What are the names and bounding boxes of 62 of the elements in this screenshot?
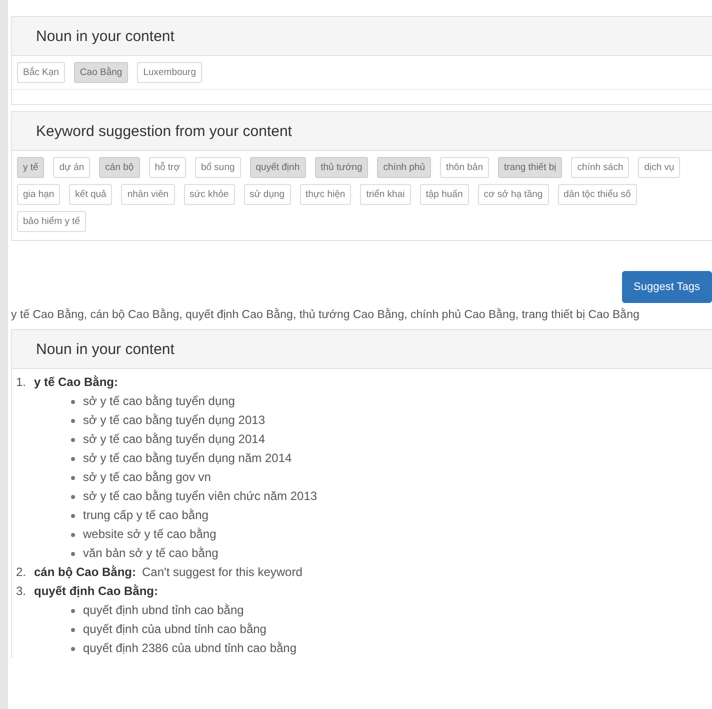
tag-chip[interactable]: dân tộc thiểu số [558, 184, 637, 205]
suggestion-text: sở y tế cao bằng tuyển dụng năm 2014 [83, 450, 292, 467]
tag-chip[interactable]: dịch vụ [638, 157, 680, 178]
tag-chip[interactable]: bổ sung [194, 157, 241, 178]
bullet-icon [71, 400, 75, 404]
bullet-icon [71, 628, 75, 632]
tag-chip[interactable]: sức khỏe [184, 184, 235, 205]
bullet-icon [71, 438, 75, 442]
tag-chip[interactable]: Luxembourg [137, 62, 202, 83]
tag-chip[interactable]: chính phủ [377, 157, 431, 178]
bullet-icon [71, 646, 75, 650]
bullet-icon [71, 494, 75, 498]
tag-chip[interactable]: dự án [53, 157, 90, 178]
list-number: 3. [16, 583, 28, 600]
bullet-icon [71, 476, 75, 480]
list-number: 1. [16, 374, 28, 391]
list-number: 2. [16, 564, 28, 581]
tag-chip[interactable]: thôn bản [440, 157, 489, 178]
tag-chip[interactable]: Bắc Kạn [17, 62, 65, 83]
suggestion-text: sở y tế cao bằng tuyển viên chức năm 2013 [83, 488, 318, 505]
tag-chip[interactable]: y tế [17, 157, 44, 178]
result-text: y tế Cao Bằng, cán bộ Cao Bằng, quyết định Cao Bằng, thủ tướng Cao Bằng, chính phủ Cao Bằng, trang thiết bị Cao Bằng [11, 307, 640, 323]
suggestion-text: quyết định ubnd tỉnh cao bằng [83, 602, 244, 619]
suggestion-text: quyết định của ubnd tỉnh cao bằng [83, 621, 266, 638]
suggestion-text: văn bản sở y tế cao bằng [83, 545, 218, 562]
tag-chip[interactable]: thực hiện [300, 184, 352, 205]
tag-chip[interactable]: cơ sở hạ tầng [478, 184, 549, 205]
suggestion-text: quyết định 2386 của ubnd tỉnh cao bằng [83, 640, 297, 657]
bullet-icon [71, 514, 75, 518]
panel-title: Keyword suggestion from your content [36, 122, 292, 140]
suggestion-text: trung cấp y tế cao bằng [83, 507, 208, 524]
suggestion-text: website sở y tế cao bằng [83, 526, 216, 543]
tag-chip[interactable]: trang thiết bị [498, 157, 562, 178]
note-text: Can't suggest for this keyword [142, 564, 302, 581]
tag-chip[interactable]: Cao Bằng [74, 62, 128, 83]
tag-chip[interactable]: hỗ trợ [148, 157, 186, 178]
suggestion-text: sở y tế cao bằng tuyển dụng [83, 393, 235, 410]
tag-chip[interactable]: bảo hiểm y tế [17, 211, 86, 232]
bullet-icon [71, 552, 75, 556]
bullet-icon [71, 532, 75, 536]
tag-chip[interactable]: cán bộ [99, 157, 140, 178]
suggest-tags-button[interactable]: Suggest Tags [622, 271, 712, 303]
tag-chip[interactable]: sử dụng [244, 184, 291, 205]
keyword-label: cán bộ Cao Bằng: [34, 564, 136, 581]
suggestion-text: sở y tế cao bằng tuyển dụng 2013 [83, 412, 266, 429]
suggestion-text: sở y tế cao bằng gov vn [83, 469, 211, 486]
tag-chip[interactable]: kết quả [69, 184, 112, 205]
tag-chip[interactable]: chính sách [571, 157, 630, 178]
tag-chip[interactable]: triển khai [360, 184, 411, 205]
keyword-label: quyết định Cao Bằng: [34, 583, 158, 600]
keyword-label: y tế Cao Bằng: [34, 374, 118, 391]
suggestion-text: sở y tế cao bằng tuyển dụng 2014 [83, 431, 266, 448]
tag-chip[interactable]: gia hạn [17, 184, 60, 205]
tag-chip[interactable]: thủ tướng [314, 157, 368, 178]
tag-chip[interactable]: tập huấn [420, 184, 469, 205]
tag-chip[interactable]: nhân viên [121, 184, 175, 205]
bullet-icon [71, 456, 75, 460]
panel-title: Noun in your content [36, 28, 174, 44]
tag-chip[interactable]: quyết định [250, 157, 306, 178]
panel-title: Noun in your content [36, 340, 174, 358]
bullet-icon [71, 418, 75, 422]
bullet-icon [71, 608, 75, 612]
